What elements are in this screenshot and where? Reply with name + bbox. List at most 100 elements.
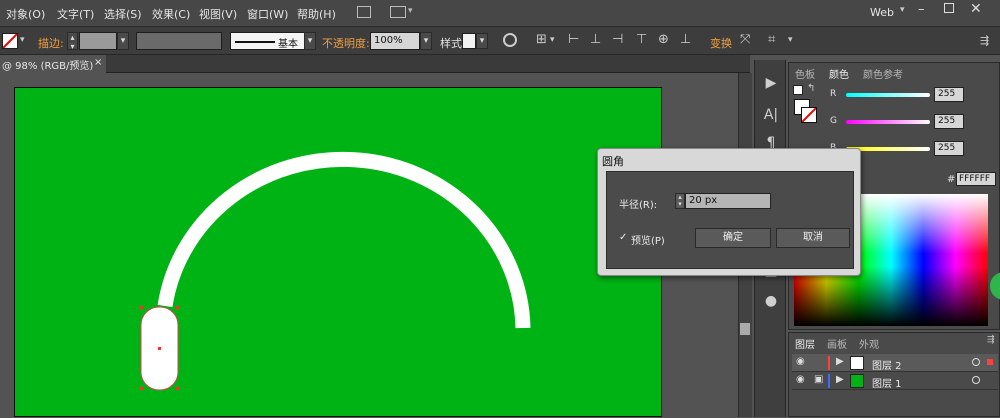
layer-color-indicator xyxy=(828,374,830,388)
align-horizontal-center-icon[interactable]: ⊥ xyxy=(590,32,601,47)
red-channel-label: R xyxy=(830,89,837,99)
character-icon[interactable]: A| xyxy=(755,104,787,126)
menu-select[interactable]: 选择(S) xyxy=(104,6,142,22)
brush-definition[interactable]: 基本 xyxy=(230,32,314,50)
stroke-weight-stepper[interactable]: ▴ ▾ xyxy=(67,32,78,51)
control-bar: ▾ 描边: ▴ ▾ ▾ 基本 ▾ 不透明度: 100% ▾ 样式: ▾ ⊞ ▾ ⊢… xyxy=(0,27,1000,55)
none-stroke-icon xyxy=(801,107,817,123)
align-left-icon[interactable]: ⊢ xyxy=(568,32,579,47)
align-to-dropdown-icon[interactable]: ▾ xyxy=(550,35,555,45)
fill-swatch[interactable] xyxy=(2,33,18,49)
align-to-icon[interactable]: ⊞ xyxy=(536,32,547,47)
radius-input[interactable]: 20 px xyxy=(685,193,771,209)
target-circle-icon[interactable] xyxy=(972,376,980,384)
transform-icon[interactable]: ⤧ xyxy=(740,32,750,47)
tab-color-guide[interactable]: 颜色参考 xyxy=(863,66,903,81)
opacity-input[interactable]: 100% xyxy=(370,32,420,50)
arc-path xyxy=(157,151,531,329)
menu-view[interactable]: 视图(V) xyxy=(199,6,237,22)
align-top-icon[interactable]: ⊤ xyxy=(636,32,647,47)
menu-bar: 对象(O) 文字(T) 选择(S) 效果(C) 视图(V) 窗口(W) 帮助(H… xyxy=(0,0,1000,27)
visibility-eye-icon[interactable]: ◉ xyxy=(796,356,805,367)
hex-value-input[interactable]: FFFFFF xyxy=(956,172,996,186)
maximize-icon[interactable] xyxy=(944,3,954,13)
anchor-point-bottom-left xyxy=(140,387,143,390)
isolate-dropdown-icon[interactable]: ▾ xyxy=(788,35,793,45)
hex-label: # xyxy=(947,174,956,185)
align-right-icon[interactable]: ⊣ xyxy=(612,32,623,47)
layer-row[interactable]: ◉ ▶ 图层 2 xyxy=(792,354,998,372)
fill-dropdown-icon[interactable]: ▾ xyxy=(20,35,25,45)
align-bottom-icon[interactable]: ⊥ xyxy=(680,32,691,47)
tab-appearance[interactable]: 外观 xyxy=(859,336,879,351)
stroke-weight-dropdown[interactable]: ▾ xyxy=(117,32,129,50)
radius-stepper[interactable]: ▴ ▾ xyxy=(675,193,685,209)
ok-button[interactable]: 确定 xyxy=(695,228,771,248)
tab-swatches[interactable]: 色板 xyxy=(795,66,815,81)
radius-label: 半径(R): xyxy=(619,200,658,211)
layer-color-indicator xyxy=(828,356,830,370)
graphic-style-swatch[interactable] xyxy=(462,33,476,49)
opacity-dropdown[interactable]: ▾ xyxy=(420,32,432,50)
layer-thumbnail xyxy=(850,356,864,370)
stroke-color-swatch[interactable] xyxy=(801,107,817,123)
preview-checkbox[interactable]: ✓ xyxy=(619,233,630,244)
align-vertical-center-icon[interactable]: ⊕ xyxy=(658,32,669,47)
red-slider[interactable] xyxy=(846,93,930,97)
minimize-icon[interactable]: – xyxy=(918,2,925,17)
menu-type[interactable]: 文字(T) xyxy=(57,6,94,22)
menu-effect[interactable]: 效果(C) xyxy=(152,6,190,22)
tab-color[interactable]: 颜色 xyxy=(829,66,849,81)
artwork[interactable] xyxy=(15,88,663,418)
document-tab-bar: @ 98% (RGB/预览) × xyxy=(0,55,750,73)
panel-menu-icon[interactable]: ⇶ xyxy=(980,34,989,47)
default-colors-icon[interactable] xyxy=(793,85,803,95)
menu-window[interactable]: 窗口(W) xyxy=(247,6,288,22)
layer-name[interactable]: 图层 1 xyxy=(872,375,902,390)
arrange-documents-icon[interactable] xyxy=(390,6,406,18)
variable-width-profile[interactable] xyxy=(136,32,222,50)
center-point xyxy=(158,347,161,350)
tab-layers[interactable]: 图层 xyxy=(795,336,815,351)
transform-label[interactable]: 变换 xyxy=(710,35,732,51)
recolor-artwork-icon[interactable] xyxy=(503,33,517,47)
stroke-weight-input[interactable] xyxy=(79,32,117,50)
document-tab[interactable]: @ 98% (RGB/预览) × xyxy=(0,55,106,73)
graphic-style-dropdown[interactable]: ▾ xyxy=(476,33,488,49)
close-tab-icon[interactable]: × xyxy=(94,57,102,68)
green-value-input[interactable]: 255 xyxy=(934,114,964,129)
layer-row[interactable]: ◉ ▣ ▶ 图层 1 xyxy=(792,372,998,390)
play-icon[interactable]: ▶ xyxy=(755,72,787,94)
selection-indicator[interactable] xyxy=(987,359,993,365)
cancel-button[interactable]: 取消 xyxy=(776,228,850,248)
lock-icon[interactable]: ▣ xyxy=(814,374,823,385)
blue-value-input[interactable]: 255 xyxy=(934,141,964,156)
artboard[interactable] xyxy=(14,87,662,417)
brush-dropdown[interactable]: ▾ xyxy=(304,32,316,50)
visibility-eye-icon[interactable]: ◉ xyxy=(796,374,805,385)
close-window-icon[interactable]: ✕ xyxy=(970,1,982,17)
dialog-title: 圆角 xyxy=(602,155,624,168)
opacity-label[interactable]: 不透明度: xyxy=(322,35,370,51)
red-value-input[interactable]: 255 xyxy=(934,87,964,102)
workspace-dropdown-icon[interactable]: ▾ xyxy=(900,5,905,15)
menu-object[interactable]: 对象(O) xyxy=(6,6,45,22)
expand-arrow-icon[interactable]: ▶ xyxy=(836,374,844,385)
vertical-scrollbar-thumb[interactable] xyxy=(740,323,750,335)
expand-arrow-icon[interactable]: ▶ xyxy=(836,356,844,367)
workspace-switcher[interactable]: Web xyxy=(870,6,894,19)
preview-label[interactable]: 预览(P) xyxy=(631,232,665,247)
isolate-icon[interactable]: ⌗ xyxy=(768,32,775,47)
arrange-dropdown-icon[interactable]: ▾ xyxy=(408,6,413,16)
tab-artboards[interactable]: 画板 xyxy=(827,336,847,351)
menu-help[interactable]: 帮助(H) xyxy=(297,6,336,22)
stroke-label[interactable]: 描边: xyxy=(38,35,64,51)
target-circle-icon[interactable] xyxy=(972,358,980,366)
layers-panel-menu-icon[interactable]: ⇶ xyxy=(987,335,995,345)
round-corners-dialog: 圆角 半径(R): ▴ ▾ 20 px ✓ 预览(P) 确定 取消 xyxy=(597,148,861,276)
swap-colors-icon[interactable]: ↰ xyxy=(807,83,815,94)
green-slider[interactable] xyxy=(846,120,930,124)
bridge-icon[interactable] xyxy=(357,6,371,18)
layer-name[interactable]: 图层 2 xyxy=(872,357,902,372)
pathfinder-icon[interactable]: ● xyxy=(755,290,787,312)
